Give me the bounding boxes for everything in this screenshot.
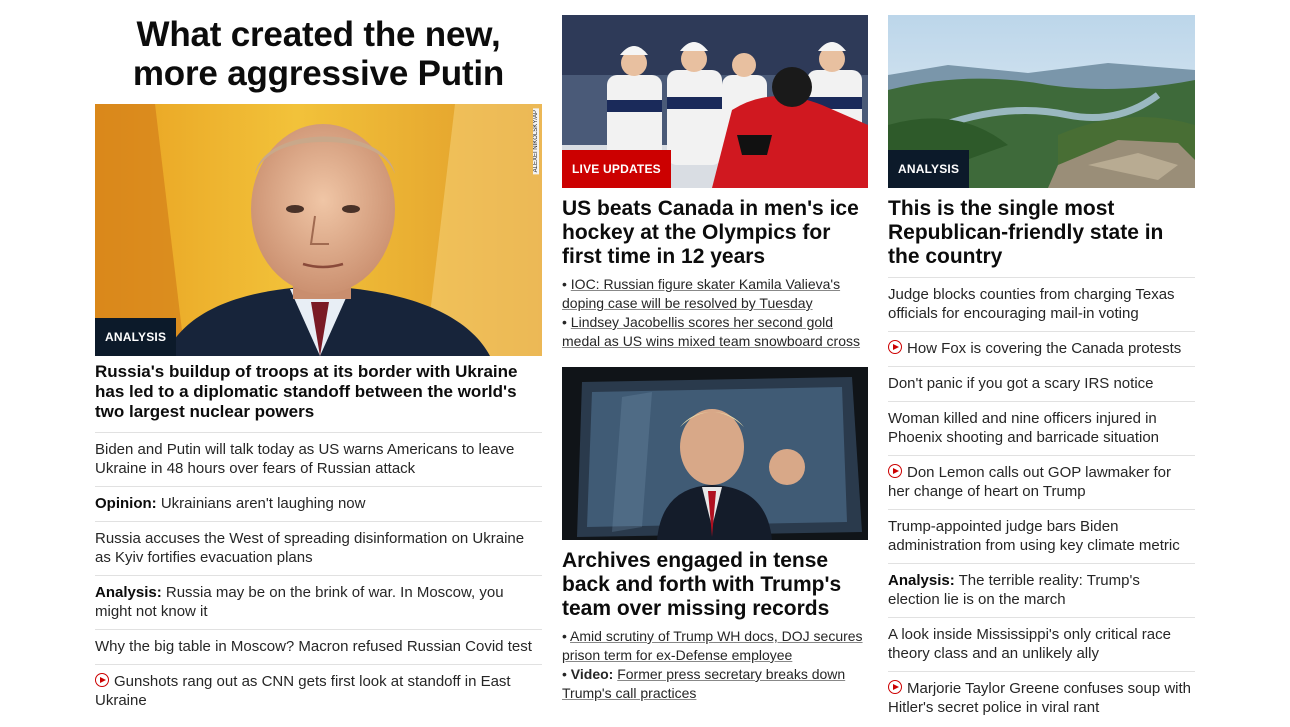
video-play-icon — [888, 464, 902, 478]
lead-story-headline[interactable]: Russia's buildup of troops at its border… — [95, 362, 542, 422]
sub-story-link[interactable]: IOC: Russian figure skater Kamila Valiev… — [562, 276, 840, 311]
video-play-icon — [95, 673, 109, 687]
story-link[interactable]: Why the big table in Moscow? Macron refu… — [95, 638, 532, 655]
sub-story-link[interactable]: Amid scrutiny of Trump WH docs, DOJ secu… — [562, 628, 863, 663]
analysis-badge: ANALYSIS — [888, 150, 970, 188]
video-play-icon — [888, 680, 902, 694]
story-text: Don Lemon calls out GOP lawmaker for her… — [888, 464, 1172, 500]
hockey-photo[interactable]: LIVE UPDATES — [562, 15, 868, 188]
story-link[interactable]: Marjorie Taylor Greene confuses soup wit… — [888, 680, 1191, 716]
story-text: Ukrainians aren't laughing now — [156, 495, 366, 512]
list-item[interactable]: • Video: Former press secretary breaks d… — [562, 665, 868, 703]
republican-state-link[interactable]: This is the single most Republican-frien… — [888, 197, 1163, 268]
story-link[interactable]: Russia accuses the West of spreading dis… — [95, 530, 524, 566]
column-right: ANALYSIS This is the single most Republi… — [888, 0, 1195, 725]
feature-headline-link[interactable]: What created the new, more aggressive Pu… — [133, 15, 504, 93]
story-link[interactable]: Biden and Putin will talk today as US wa… — [95, 441, 514, 477]
story-list-right: Judge blocks counties from charging Texa… — [888, 277, 1195, 725]
analysis-badge: ANALYSIS — [95, 318, 177, 356]
story-prefix: Analysis: — [95, 584, 162, 601]
list-item[interactable]: Russia accuses the West of spreading dis… — [95, 521, 542, 575]
archives-sublinks: • Amid scrutiny of Trump WH docs, DOJ se… — [562, 627, 868, 703]
column-left: What created the new, more aggressive Pu… — [95, 0, 542, 718]
story-link[interactable]: Don Lemon calls out GOP lawmaker for her… — [888, 464, 1171, 500]
list-item[interactable]: Woman killed and nine officers injured i… — [888, 401, 1195, 455]
hockey-headline[interactable]: US beats Canada in men's ice hockey at t… — [562, 197, 868, 269]
feature-headline[interactable]: What created the new, more aggressive Pu… — [95, 15, 542, 93]
putin-photo[interactable]: ALEXEI NIKOLSKY/AP ANALYSIS — [95, 104, 542, 356]
story-link[interactable]: Judge blocks counties from charging Texa… — [888, 286, 1175, 322]
story-link[interactable]: Opinion: Ukrainians aren't laughing now — [95, 495, 365, 512]
list-item[interactable]: A look inside Mississippi's only critica… — [888, 617, 1195, 671]
list-item[interactable]: • Lindsey Jacobellis scores her second g… — [562, 313, 868, 351]
list-item[interactable]: Opinion: Ukrainians aren't laughing now — [95, 486, 542, 521]
column-middle: LIVE UPDATES US beats Canada in men's ic… — [562, 0, 868, 703]
story-text: Gunshots rang out as CNN gets first look… — [95, 673, 511, 709]
lead-story-link[interactable]: Russia's buildup of troops at its border… — [95, 362, 517, 421]
story-link[interactable]: A look inside Mississippi's only critica… — [888, 626, 1171, 662]
story-link[interactable]: Woman killed and nine officers injured i… — [888, 410, 1159, 446]
list-item[interactable]: Don Lemon calls out GOP lawmaker for her… — [888, 455, 1195, 509]
photo-credit: ALEXEI NIKOLSKY/AP — [533, 108, 539, 175]
list-item[interactable]: Judge blocks counties from charging Texa… — [888, 277, 1195, 331]
list-item[interactable]: Analysis: The terrible reality: Trump's … — [888, 563, 1195, 617]
story-link[interactable]: Trump-appointed judge bars Biden adminis… — [888, 518, 1180, 554]
list-item[interactable]: Why the big table in Moscow? Macron refu… — [95, 629, 542, 664]
story-text: How Fox is covering the Canada protests — [907, 340, 1182, 357]
list-item[interactable]: Don't panic if you got a scary IRS notic… — [888, 366, 1195, 401]
live-updates-badge: LIVE UPDATES — [562, 150, 671, 188]
story-link[interactable]: Gunshots rang out as CNN gets first look… — [95, 673, 511, 709]
story-link[interactable]: How Fox is covering the Canada protests — [888, 340, 1181, 357]
story-link[interactable]: Analysis: The terrible reality: Trump's … — [888, 572, 1140, 608]
list-item[interactable]: Gunshots rang out as CNN gets first look… — [95, 664, 542, 718]
archives-headline[interactable]: Archives engaged in tense back and forth… — [562, 549, 868, 621]
list-item[interactable]: Trump-appointed judge bars Biden adminis… — [888, 509, 1195, 563]
list-item[interactable]: Analysis: Russia may be on the brink of … — [95, 575, 542, 629]
story-link[interactable]: Don't panic if you got a scary IRS notic… — [888, 375, 1154, 392]
video-play-icon — [888, 340, 902, 354]
sub-story-prefix: Video: — [570, 666, 614, 682]
trump-image — [562, 367, 868, 540]
hockey-sublinks: • IOC: Russian figure skater Kamila Vali… — [562, 275, 868, 351]
list-item[interactable]: Biden and Putin will talk today as US wa… — [95, 432, 542, 486]
story-text: Marjorie Taylor Greene confuses soup wit… — [888, 680, 1192, 716]
story-list-left: Biden and Putin will talk today as US wa… — [95, 432, 542, 718]
republican-state-headline[interactable]: This is the single most Republican-frien… — [888, 197, 1195, 269]
archives-headline-link[interactable]: Archives engaged in tense back and forth… — [562, 549, 841, 620]
landscape-photo[interactable]: ANALYSIS — [888, 15, 1195, 188]
hockey-headline-link[interactable]: US beats Canada in men's ice hockey at t… — [562, 197, 859, 268]
list-item[interactable]: Marjorie Taylor Greene confuses soup wit… — [888, 671, 1195, 725]
list-item[interactable]: How Fox is covering the Canada protests — [888, 331, 1195, 366]
story-link[interactable]: Analysis: Russia may be on the brink of … — [95, 584, 504, 620]
trump-photo[interactable] — [562, 367, 868, 540]
list-item[interactable]: • Amid scrutiny of Trump WH docs, DOJ se… — [562, 627, 868, 665]
story-prefix: Opinion: — [95, 495, 157, 512]
sub-story-link[interactable]: Lindsey Jacobellis scores her second gol… — [562, 314, 860, 349]
story-prefix: Analysis: — [888, 572, 955, 589]
list-item[interactable]: • IOC: Russian figure skater Kamila Vali… — [562, 275, 868, 313]
